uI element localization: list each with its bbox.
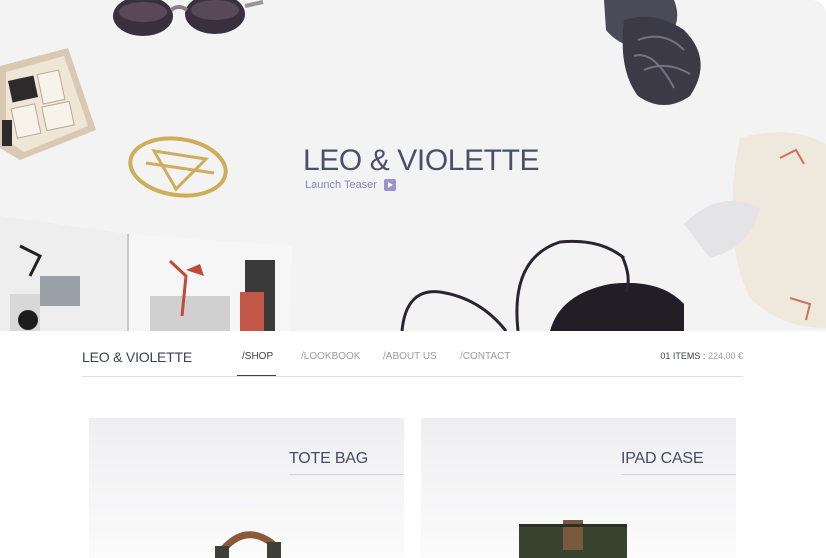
- nav-item-shop[interactable]: /SHOP: [242, 351, 273, 362]
- nav-item-lookbook[interactable]: /LOOKBOOK: [301, 351, 360, 362]
- product-title: TOTE BAG: [289, 450, 404, 475]
- product-title: IPAD CASE: [621, 450, 736, 475]
- sunglasses-image: [113, 0, 264, 36]
- nav-item-about-us[interactable]: /ABOUT US: [383, 351, 437, 362]
- brand-logo[interactable]: LEO & VIOLETTE: [82, 349, 192, 365]
- wooden-box-image: [0, 48, 96, 160]
- ipad-case-image: [519, 520, 627, 558]
- brass-ornament-image: [128, 136, 228, 198]
- marble-slabs-image: [604, 0, 701, 106]
- tote-bag-image: [215, 531, 281, 558]
- nav-item-contact[interactable]: /CONTACT: [460, 351, 510, 362]
- fabric-pouch-image: [684, 132, 826, 328]
- main-navigation: LEO & VIOLETTE /SHOP /LOOKBOOK /ABOUT US…: [82, 340, 743, 377]
- active-nav-indicator: [237, 375, 276, 376]
- cart-summary[interactable]: 01 ITEMS : 224,00 €: [660, 351, 743, 361]
- product-card-tote-bag[interactable]: TOTE BAG: [89, 418, 404, 558]
- magazine-image: [0, 216, 292, 331]
- cart-items-count: 01 ITEMS :: [660, 351, 706, 361]
- product-card-ipad-case[interactable]: IPAD CASE: [421, 418, 736, 558]
- cart-total-price: 224,00 €: [707, 351, 743, 361]
- launch-teaser-link[interactable]: Launch Teaser: [305, 179, 396, 191]
- play-icon[interactable]: [383, 179, 396, 191]
- swimwear-image: [400, 239, 684, 331]
- hero-title: LEO & VIOLETTE: [303, 144, 540, 177]
- hero-banner: LEO & VIOLETTE Launch Teaser: [0, 0, 826, 331]
- launch-teaser-label: Launch Teaser: [305, 179, 377, 191]
